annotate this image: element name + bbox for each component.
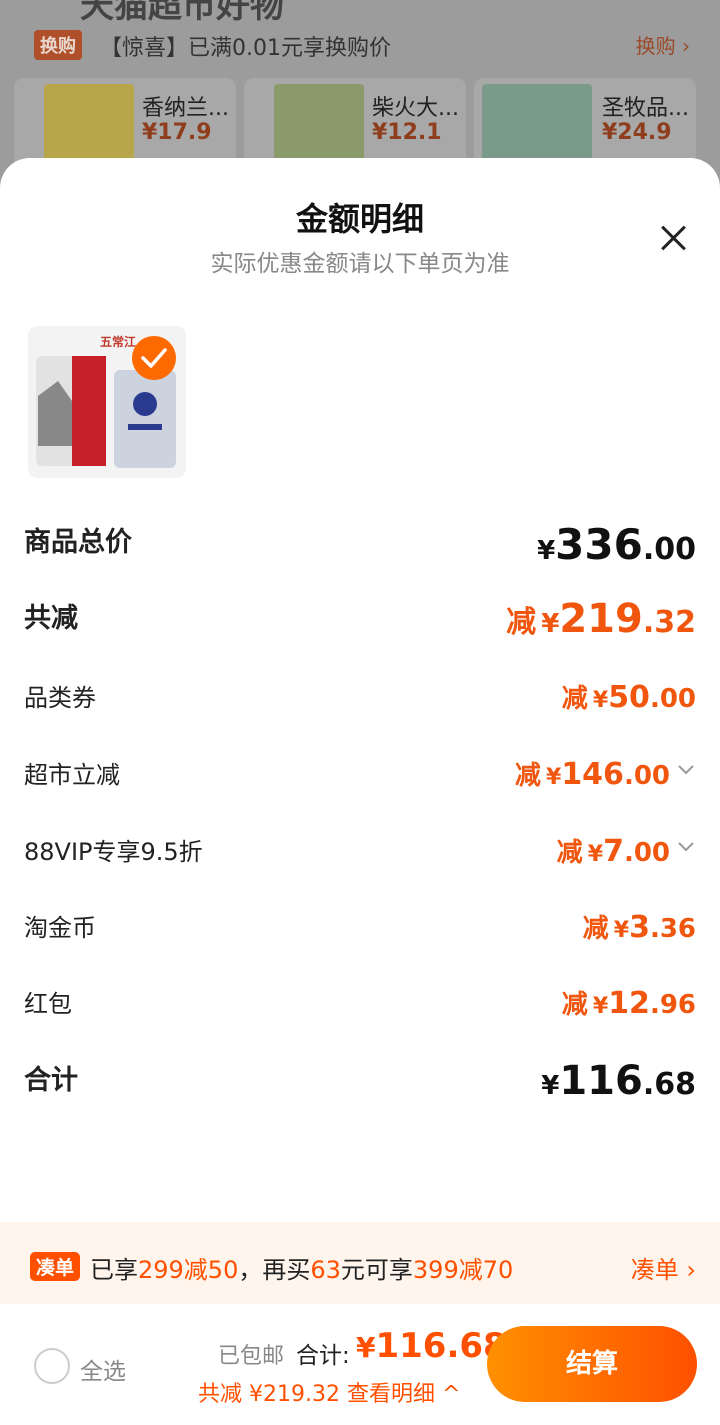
currency-symbol: ¥ xyxy=(592,688,609,713)
row-value: 减 ¥7.00 xyxy=(557,832,670,869)
value-decimal: .00 xyxy=(623,761,670,791)
background-promo-text: 【惊喜】已满0.01元享换购价 xyxy=(100,36,391,61)
background-product-name: 柴火大... xyxy=(372,96,459,121)
row-value: 减 ¥3.36 xyxy=(583,908,696,945)
value-integer: 3 xyxy=(629,910,650,945)
value-decimal: .32 xyxy=(642,605,696,640)
row-goods-total: 商品总价 ¥336.00 xyxy=(24,520,696,569)
free-shipping-label: 已包邮 xyxy=(218,1344,285,1369)
value-integer: 146 xyxy=(561,757,624,792)
select-all-radio[interactable] xyxy=(34,1348,70,1384)
row-label: 淘金币 xyxy=(24,914,96,942)
bundle-link[interactable]: 凑单 › xyxy=(631,1250,696,1285)
background-product-price: ¥12.1 xyxy=(372,120,442,145)
value-decimal: .00 xyxy=(623,838,670,868)
row-label: 共减 xyxy=(24,603,78,634)
background-product-image xyxy=(274,84,364,166)
discount-prefix: 减 xyxy=(506,605,537,640)
row-red-envelope: 红包 减 ¥12.96 xyxy=(24,984,696,1024)
row-label: 88VIP专享9.5折 xyxy=(24,838,203,866)
promo-text-part: 元可享 xyxy=(340,1256,413,1284)
value-integer: 336 xyxy=(555,520,643,569)
value-decimal: .36 xyxy=(649,914,696,944)
value-decimal: .68 xyxy=(642,1067,696,1102)
promo-highlight: 299减50 xyxy=(138,1256,239,1284)
value-decimal: .96 xyxy=(649,990,696,1020)
background-product-name: 香纳兰... xyxy=(142,96,229,121)
currency-symbol: ¥ xyxy=(537,536,556,566)
amount-detail-sheet: 金额明细 实际优惠金额请以下单页为准 五常江 商品总价 ¥336.00 共减 减… xyxy=(0,158,720,1303)
background-product-name: 圣牧品... xyxy=(602,96,689,121)
background-product-price: ¥17.9 xyxy=(142,120,212,145)
bundle-promo-text: 已享299减50，再买63元可享399减70 xyxy=(90,1250,513,1285)
sheet-subtitle: 实际优惠金额请以下单页为准 xyxy=(210,251,510,277)
row-label: 合计 xyxy=(24,1065,78,1096)
close-icon[interactable] xyxy=(656,220,692,256)
currency-symbol: ¥ xyxy=(592,994,609,1019)
background-promo-row: 换购 【惊喜】已满0.01元享换购价 换购 › xyxy=(0,26,720,66)
checkout-button[interactable]: 结算 xyxy=(487,1326,697,1402)
background-promo-tag: 换购 xyxy=(34,30,82,60)
total-amount: ¥116.68 xyxy=(356,1326,507,1366)
view-detail-link[interactable]: 查看明细 ^ xyxy=(347,1382,460,1407)
currency-symbol: ¥ xyxy=(541,1071,560,1101)
value-integer: 116 xyxy=(559,1058,643,1104)
discount-prefix: 减 xyxy=(582,914,609,944)
discount-prefix: 减 xyxy=(561,990,588,1020)
checkout-footer: 全选 已包邮 合计: ¥116.68 共减 ¥219.32 查看明细 ^ 结算 xyxy=(0,1304,720,1425)
promo-text-part: ，再买 xyxy=(238,1256,311,1284)
select-all-label[interactable]: 全选 xyxy=(80,1352,126,1386)
row-grand-total: 合计 ¥116.68 xyxy=(24,1058,696,1104)
background-product-price: ¥24.9 xyxy=(602,120,672,145)
row-value: 减 ¥12.96 xyxy=(562,984,696,1021)
currency-symbol: ¥ xyxy=(546,765,562,790)
chevron-down-icon[interactable] xyxy=(676,759,696,779)
currency-symbol: ¥ xyxy=(356,1331,376,1364)
value-integer: 50 xyxy=(608,680,650,715)
promo-highlight: 63 xyxy=(310,1256,341,1284)
currency-symbol: ¥ xyxy=(587,842,604,867)
row-label: 红包 xyxy=(24,990,72,1018)
row-value: 减 ¥219.32 xyxy=(506,596,696,642)
sheet-title: 金额明细 xyxy=(295,200,424,238)
product-brand-text: 五常江 xyxy=(100,334,136,349)
bundle-tag: 凑单 xyxy=(30,1252,81,1281)
value-integer: 12 xyxy=(608,986,650,1021)
row-taojinbi: 淘金币 减 ¥3.36 xyxy=(24,908,696,948)
background-header-cut: 天猫超市好物 xyxy=(80,0,284,26)
chevron-down-icon[interactable] xyxy=(676,836,696,856)
value-integer: 7 xyxy=(603,834,624,869)
row-total-discount: 共减 减 ¥219.32 xyxy=(24,596,696,642)
row-label: 商品总价 xyxy=(24,527,132,558)
row-label: 品类券 xyxy=(24,684,96,712)
row-value: 减 ¥50.00 xyxy=(562,678,696,715)
row-value: ¥116.68 xyxy=(541,1058,696,1104)
background-product-image xyxy=(44,84,134,166)
footer-discount: 共减 ¥219.32 查看明细 ^ xyxy=(198,1376,460,1408)
discount-prefix: 减 xyxy=(561,684,588,714)
promo-text-part: 已享 xyxy=(90,1256,138,1284)
value-integer: 219 xyxy=(559,596,643,642)
background-product-image xyxy=(482,84,592,166)
discount-prefix: 减 xyxy=(556,838,583,868)
bundle-promo-bar: 凑单 已享299减50，再买63元可享399减70 凑单 › xyxy=(0,1222,720,1304)
row-label: 超市立减 xyxy=(24,761,120,789)
row-value: ¥336.00 xyxy=(537,520,696,569)
background-swap-link: 换购 › xyxy=(635,34,690,58)
footer-discount-text: 共减 ¥219.32 xyxy=(198,1382,340,1407)
total-label: 合计: xyxy=(296,1343,350,1369)
currency-symbol: ¥ xyxy=(613,918,630,943)
row-supermarket-discount[interactable]: 超市立减 减 ¥146.00 xyxy=(24,755,696,795)
currency-symbol: ¥ xyxy=(541,609,560,639)
selected-check-icon[interactable] xyxy=(132,336,176,380)
row-value: 减 ¥146.00 xyxy=(515,755,670,792)
value-decimal: .00 xyxy=(649,684,696,714)
promo-highlight: 399减70 xyxy=(412,1256,514,1284)
row-category-coupon: 品类券 减 ¥50.00 xyxy=(24,678,696,718)
discount-prefix: 减 xyxy=(514,761,541,791)
row-88vip-discount[interactable]: 88VIP专享9.5折 减 ¥7.00 xyxy=(24,832,696,872)
value-decimal: .00 xyxy=(642,532,696,567)
